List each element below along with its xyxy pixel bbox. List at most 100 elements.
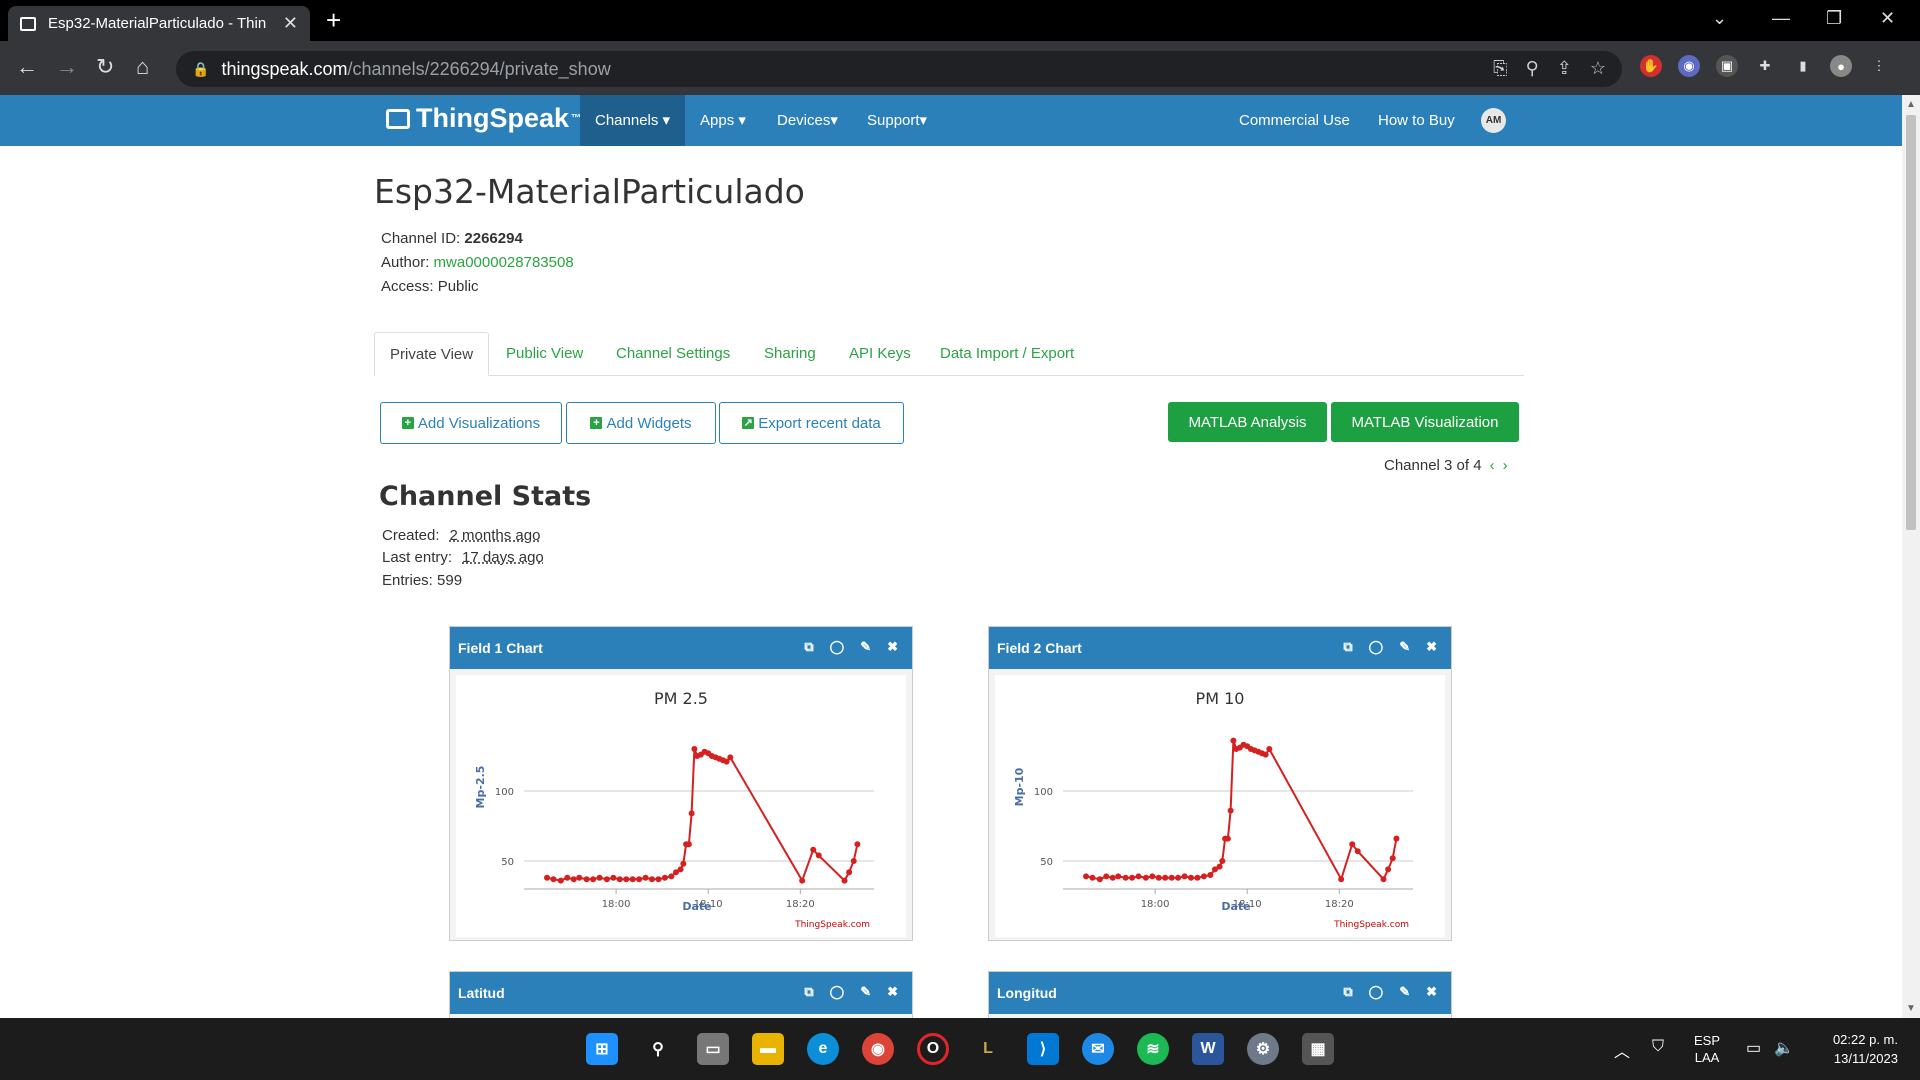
- tab-data-import-export[interactable]: Data Import / Export: [940, 332, 1074, 376]
- export-recent-data-button[interactable]: ↗ Export recent data: [719, 402, 904, 444]
- user-avatar[interactable]: AM: [1481, 108, 1506, 133]
- puzzle-extensions-icon[interactable]: ✚: [1754, 55, 1776, 77]
- settings-gear-icon[interactable]: ⚙: [1247, 1033, 1279, 1065]
- chevron-right-icon[interactable]: ›: [1503, 457, 1508, 474]
- data-point: [815, 852, 822, 859]
- open-external-icon[interactable]: ⧉: [1343, 984, 1352, 1000]
- lock-icon[interactable]: 🔒: [192, 61, 209, 78]
- add-widgets-button[interactable]: + Add Widgets: [566, 402, 716, 444]
- plus-icon: +: [401, 417, 414, 429]
- tray-overflow-icon[interactable]: ︿: [1614, 1038, 1630, 1062]
- opera-icon[interactable]: O: [917, 1033, 949, 1065]
- search-icon[interactable]: ⚲: [642, 1033, 674, 1065]
- tab-public-view[interactable]: Public View: [506, 332, 583, 376]
- spotify-icon[interactable]: ≋: [1137, 1033, 1169, 1065]
- edit-pencil-icon[interactable]: ✎: [1399, 639, 1410, 655]
- thingspeak-logo[interactable]: ThingSpeak ™: [386, 103, 581, 134]
- calculator-icon[interactable]: ▦: [1302, 1033, 1334, 1065]
- matlab-analysis-button[interactable]: MATLAB Analysis: [1168, 402, 1327, 442]
- chart-credit: ThingSpeak.com: [1333, 920, 1409, 930]
- word-icon[interactable]: W: [1192, 1033, 1224, 1065]
- volume-icon[interactable]: 🔈: [1774, 1038, 1794, 1058]
- open-external-icon[interactable]: ⧉: [804, 639, 813, 655]
- last-entry-label: Last entry:: [382, 549, 453, 566]
- tab-search-icon[interactable]: ⌄: [1712, 8, 1727, 29]
- chart-title: PM 10: [1196, 689, 1245, 708]
- edit-pencil-icon[interactable]: ✎: [1399, 984, 1410, 1000]
- open-external-icon[interactable]: ⧉: [1343, 639, 1352, 655]
- close-icon[interactable]: ✖: [887, 984, 898, 1000]
- nav-how-to-buy[interactable]: How to Buy: [1363, 95, 1470, 146]
- zoom-icon[interactable]: ⚲: [1526, 58, 1539, 79]
- data-point: [677, 866, 684, 873]
- url-domain: thingspeak.com: [221, 58, 348, 79]
- windows-start-icon[interactable]: ⊞: [586, 1033, 618, 1065]
- widget-header: Field 1 Chart ⧉ ◯ ✎ ✖: [450, 627, 912, 669]
- open-external-icon[interactable]: ⧉: [804, 984, 813, 1000]
- restore-icon[interactable]: ❐: [1826, 8, 1842, 29]
- close-tab-icon[interactable]: ✕: [283, 13, 298, 34]
- side-panel-icon[interactable]: ▮: [1792, 55, 1814, 77]
- vscode-icon[interactable]: ⟩: [1027, 1033, 1059, 1065]
- bookmark-star-icon[interactable]: ☆: [1590, 58, 1606, 79]
- tab-private-view[interactable]: Private View: [374, 332, 490, 376]
- close-icon[interactable]: ✖: [1426, 639, 1437, 655]
- close-icon[interactable]: ✖: [887, 639, 898, 655]
- clock[interactable]: 02:22 p. m. 13/11/2023: [1808, 1030, 1898, 1068]
- edit-pencil-icon[interactable]: ✎: [860, 984, 871, 1000]
- scroll-up-icon[interactable]: ▲: [1906, 99, 1916, 110]
- chrome-icon[interactable]: ◉: [862, 1033, 894, 1065]
- comment-icon[interactable]: ◯: [830, 639, 845, 655]
- chevron-left-icon[interactable]: ‹: [1490, 457, 1495, 474]
- comment-icon[interactable]: ◯: [830, 984, 845, 1000]
- extension-icon[interactable]: ◉: [1678, 55, 1700, 77]
- network-icon[interactable]: ▭: [1746, 1038, 1761, 1058]
- language-indicator[interactable]: ESP LAA: [1694, 1032, 1720, 1066]
- matlab-visualization-button[interactable]: MATLAB Visualization: [1331, 402, 1519, 442]
- add-visualizations-button[interactable]: + Add Visualizations: [380, 402, 562, 444]
- defender-shield-icon[interactable]: ⛉: [1652, 1038, 1664, 1056]
- browser-tab[interactable]: Esp32-MaterialParticulado - Thin ✕: [8, 6, 310, 41]
- back-icon[interactable]: ←: [16, 55, 38, 79]
- address-bar[interactable]: 🔒 thingspeak.com/channels/2266294/privat…: [176, 51, 1622, 87]
- edit-pencil-icon[interactable]: ✎: [860, 639, 871, 655]
- close-icon[interactable]: ✖: [1426, 984, 1437, 1000]
- page-scrollbar[interactable]: ▲ ▼: [1902, 95, 1920, 1018]
- file-explorer-icon[interactable]: ▬: [752, 1033, 784, 1065]
- tab-channel-settings[interactable]: Channel Settings: [616, 332, 730, 376]
- scrollbar-thumb[interactable]: [1906, 115, 1916, 530]
- author-label: Author:: [381, 254, 430, 271]
- tab-sharing[interactable]: Sharing: [764, 332, 816, 376]
- league-of-legends-icon[interactable]: L: [972, 1033, 1004, 1065]
- edge-icon[interactable]: e: [807, 1033, 839, 1065]
- comment-icon[interactable]: ◯: [1369, 639, 1384, 655]
- reload-icon[interactable]: ↻: [96, 55, 114, 79]
- nav-commercial-use[interactable]: Commercial Use: [1224, 95, 1365, 146]
- forward-icon[interactable]: →: [56, 55, 78, 79]
- extension-icon[interactable]: ▣: [1716, 55, 1738, 77]
- nav-channels[interactable]: Channels ▾: [580, 95, 686, 146]
- menu-kebab-icon[interactable]: ⋮: [1868, 55, 1890, 77]
- scroll-down-icon[interactable]: ▼: [1906, 1003, 1916, 1014]
- nav-support[interactable]: Support▾: [852, 95, 942, 146]
- home-icon[interactable]: ⌂: [136, 55, 149, 79]
- profile-avatar-icon[interactable]: ●: [1830, 55, 1852, 77]
- y-axis-label: Mp-2.5: [474, 766, 487, 809]
- data-point: [1129, 874, 1136, 881]
- author-link[interactable]: mwa0000028783508: [434, 254, 574, 271]
- minimize-icon[interactable]: —: [1772, 8, 1790, 29]
- close-window-icon[interactable]: ✕: [1880, 8, 1895, 29]
- tab-api-keys[interactable]: API Keys: [849, 332, 911, 376]
- data-point: [1115, 873, 1122, 880]
- comment-icon[interactable]: ◯: [1369, 984, 1384, 1000]
- chart-title: PM 2.5: [654, 689, 708, 708]
- nav-apps[interactable]: Apps ▾: [685, 95, 761, 146]
- translate-icon[interactable]: ⎘: [1493, 58, 1507, 79]
- nav-devices[interactable]: Devices▾: [762, 95, 853, 146]
- thunderbird-icon[interactable]: ✉: [1082, 1033, 1114, 1065]
- share-icon[interactable]: ⇪: [1557, 58, 1572, 79]
- new-tab-icon[interactable]: +: [326, 6, 341, 34]
- channel-pager-text: Channel 3 of 4: [1384, 457, 1482, 474]
- adblock-extension-icon[interactable]: ✋: [1640, 55, 1662, 77]
- task-view-icon[interactable]: ▭: [697, 1033, 729, 1065]
